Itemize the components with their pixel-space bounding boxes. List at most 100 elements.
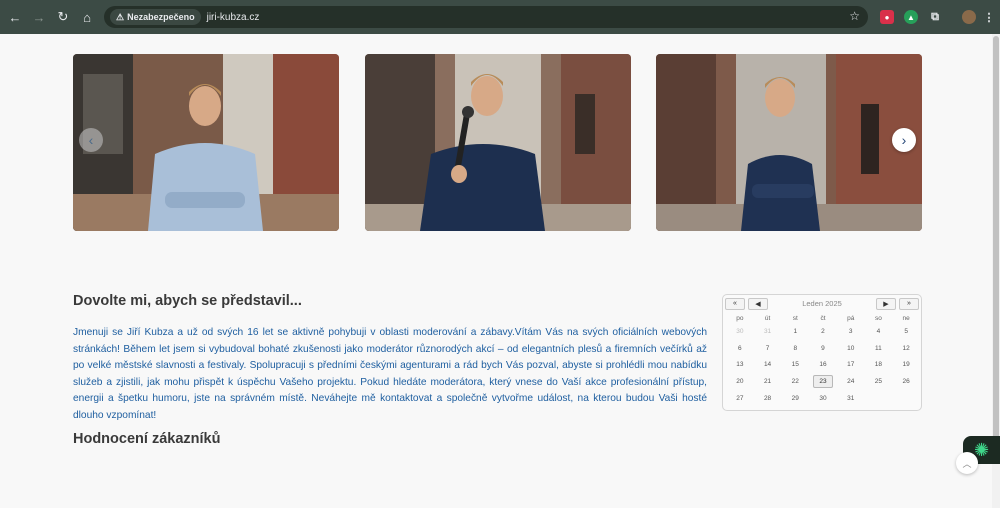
reload-icon[interactable]: ↻	[54, 8, 72, 26]
calendar-day[interactable]: 1	[781, 323, 809, 340]
scrollbar-thumb[interactable]	[993, 36, 999, 456]
calendar-day-label: 2	[821, 327, 825, 335]
calendar-day[interactable]: 5	[892, 323, 920, 340]
availability-calendar: « ◀ Leden 2025 ▶ » po út st čt pá so ne 30 31 1 2 3…	[722, 294, 922, 411]
calendar-day	[892, 390, 920, 407]
calendar-day[interactable]: 25	[865, 373, 893, 390]
next-year-button[interactable]: »	[899, 297, 919, 310]
calendar-day[interactable]: 9	[809, 340, 837, 357]
reviews-heading: Hodnocení zákazníků	[73, 431, 221, 447]
calendar-day-label: 26	[902, 378, 910, 386]
calendar-day-label: 19	[902, 361, 910, 369]
carousel-slide[interactable]	[73, 54, 339, 231]
calendar-day[interactable]: 30	[809, 390, 837, 407]
back-icon[interactable]: ←	[6, 8, 24, 26]
calendar-weekday: út	[764, 315, 771, 322]
url-text[interactable]: jiri-kubza.cz	[207, 12, 260, 23]
carousel-slide[interactable]	[365, 54, 631, 231]
calendar-day[interactable]: 7	[754, 340, 782, 357]
calendar-day-label: 17	[847, 361, 855, 369]
carousel-next-button[interactable]: ›	[892, 128, 916, 152]
star-icon[interactable]: ☆	[849, 9, 860, 23]
extension-icon[interactable]: ●	[880, 10, 894, 24]
calendar-day[interactable]: 14	[754, 357, 782, 374]
calendar-day	[865, 390, 893, 407]
menu-icon[interactable]: ⋮	[982, 10, 996, 24]
extension-icon[interactable]: ▲	[904, 10, 918, 24]
calendar-day-label: 23	[813, 375, 833, 389]
extension-icon[interactable]: ⧉	[928, 10, 942, 24]
calendar-day-label: 21	[763, 378, 772, 386]
calendar-day[interactable]: 17	[837, 357, 865, 374]
calendar-day-label: 30	[819, 395, 827, 403]
calendar-day-today[interactable]: 23	[809, 373, 837, 390]
calendar-day[interactable]: 18	[865, 357, 893, 374]
calendar-day-label: 31	[847, 395, 855, 403]
calendar-day[interactable]: 15	[781, 357, 809, 374]
security-label: Nezabezpečeno	[127, 12, 195, 22]
calendar-day-label: 6	[738, 344, 742, 352]
calendar-day[interactable]: 27	[726, 390, 754, 407]
calendar-day[interactable]: 26	[892, 373, 920, 390]
calendar-day[interactable]: 24	[837, 373, 865, 390]
calendar-day-label: 7	[765, 344, 770, 352]
portrait-photo	[365, 54, 631, 231]
address-bar[interactable]: ⚠ Nezabezpečeno jiri-kubza.cz ☆	[104, 6, 868, 28]
calendar-day[interactable]: 22	[781, 373, 809, 390]
calendar-day[interactable]: 2	[809, 323, 837, 340]
calendar-day[interactable]: 30	[726, 323, 754, 340]
calendar-header: « ◀ Leden 2025 ▶ »	[725, 297, 919, 310]
calendar-weekday: čt	[820, 315, 826, 322]
calendar-day[interactable]: 31	[754, 323, 782, 340]
intro-heading: Dovolte mi, abych se představil...	[73, 293, 302, 309]
forward-icon[interactable]: →	[30, 8, 48, 26]
calendar-month-label: Leden 2025	[802, 299, 842, 308]
calendar-day-label: 31	[763, 327, 772, 335]
calendar-day[interactable]: 3	[837, 323, 865, 340]
prev-year-button[interactable]: «	[725, 297, 745, 310]
calendar-day-label: 25	[874, 378, 883, 386]
calendar-day[interactable]: 21	[754, 373, 782, 390]
calendar-day-label: 28	[763, 395, 772, 403]
carousel-slide[interactable]	[656, 54, 922, 231]
calendar-day-label: 11	[875, 344, 882, 352]
calendar-day-label: 5	[904, 327, 908, 335]
scroll-top-button[interactable]: ︿	[956, 452, 978, 474]
next-month-button[interactable]: ▶	[876, 297, 896, 310]
profile-icon[interactable]	[962, 10, 976, 24]
calendar-day[interactable]: 12	[892, 340, 920, 357]
calendar-day[interactable]: 20	[726, 373, 754, 390]
calendar-day-label: 8	[793, 344, 798, 352]
calendar-day[interactable]: 6	[726, 340, 754, 357]
calendar-day[interactable]: 31	[837, 390, 865, 407]
calendar-day[interactable]: 28	[754, 390, 782, 407]
calendar-day[interactable]: 29	[781, 390, 809, 407]
calendar-day-label: 20	[736, 378, 744, 386]
security-chip[interactable]: ⚠ Nezabezpečeno	[110, 9, 201, 25]
calendar-day[interactable]: 10	[837, 340, 865, 357]
calendar-day[interactable]: 4	[865, 323, 893, 340]
calendar-day-label: 13	[736, 361, 744, 369]
calendar-day[interactable]: 19	[892, 357, 920, 374]
intro-paragraph: Jmenuji se Jiří Kubza a už od svých 16 l…	[73, 327, 707, 421]
calendar-day[interactable]: 16	[809, 357, 837, 374]
portrait-photo	[73, 54, 339, 231]
calendar-day[interactable]: 8	[781, 340, 809, 357]
home-icon[interactable]: ⌂	[78, 8, 96, 26]
calendar-day-label: 12	[902, 344, 910, 352]
calendar-day-label: 3	[848, 327, 853, 335]
calendar-weekday: ne	[902, 315, 910, 322]
calendar-day-label: 9	[821, 344, 825, 352]
calendar-day[interactable]: 13	[726, 357, 754, 374]
calendar-day-label: 16	[819, 361, 827, 369]
calendar-weekday: po	[736, 315, 744, 322]
prev-month-button[interactable]: ◀	[748, 297, 768, 310]
warning-icon: ⚠	[116, 11, 125, 22]
portrait-photo	[656, 54, 922, 231]
calendar-day[interactable]: 11	[865, 340, 893, 357]
calendar-weekday: so	[874, 315, 882, 322]
browser-toolbar: ← → ↻ ⌂ ⚠ Nezabezpečeno jiri-kubza.cz ☆ …	[0, 0, 1000, 34]
calendar-day-label: 18	[874, 361, 883, 369]
calendar-day-label: 10	[847, 344, 855, 352]
carousel-prev-button[interactable]: ‹	[79, 128, 103, 152]
